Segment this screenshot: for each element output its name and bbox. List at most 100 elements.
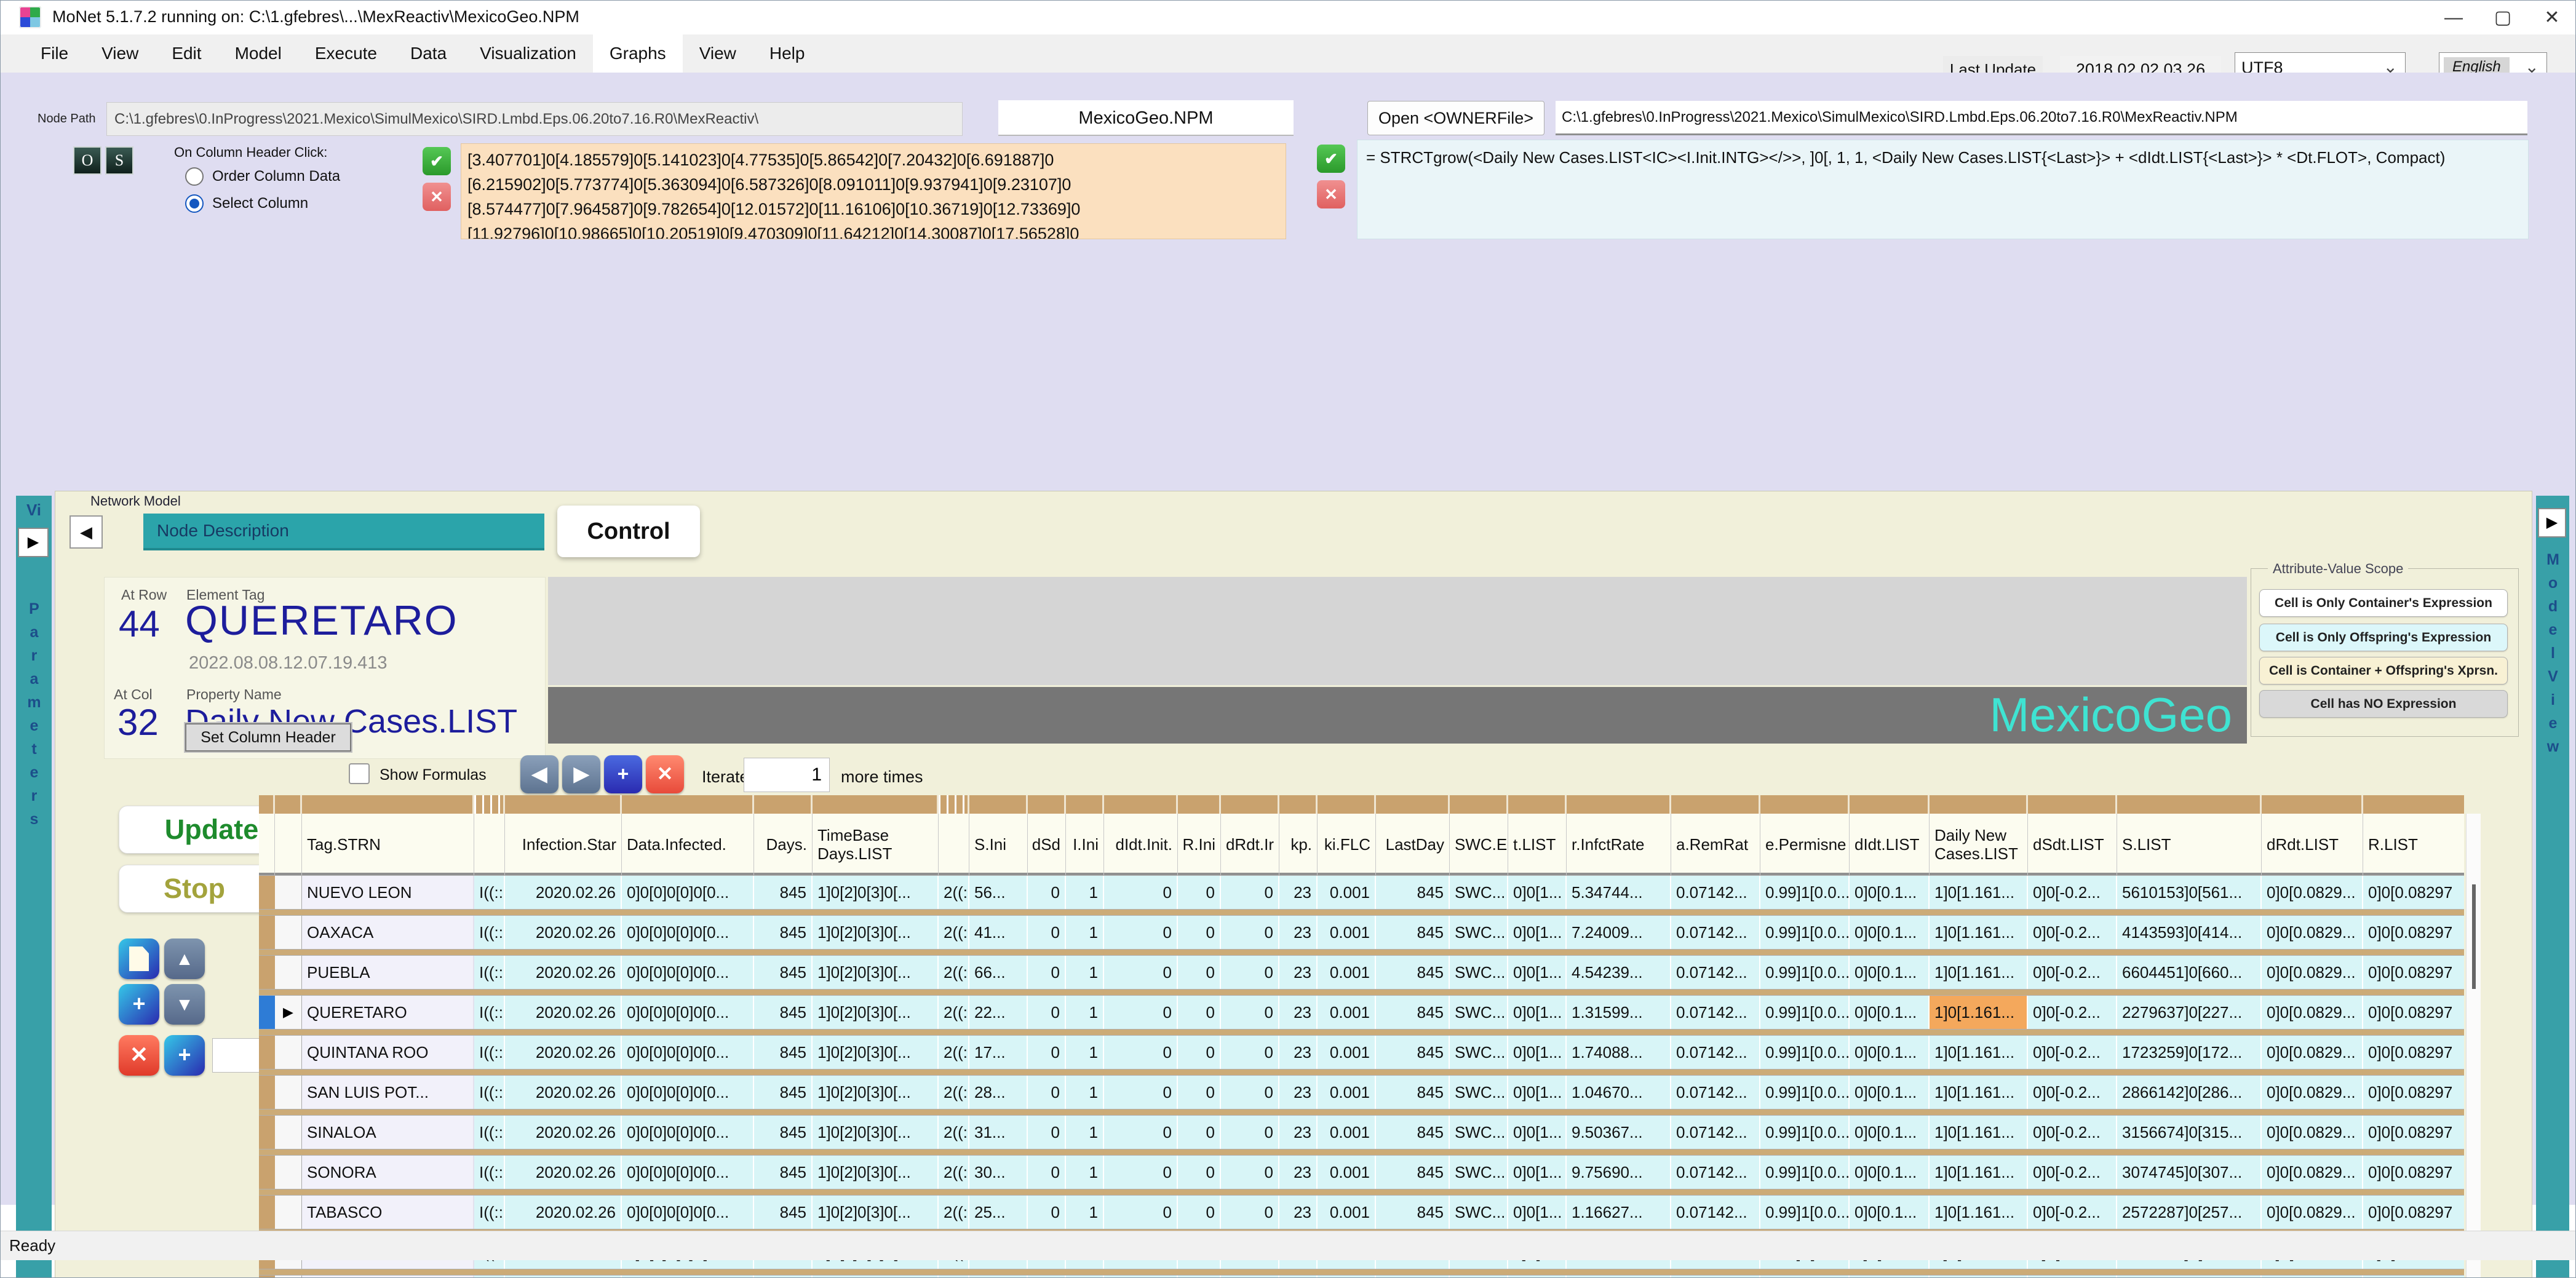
cell-eperm[interactable]: 0.99]1[0.0... (1760, 956, 1850, 989)
cell-drdtlist[interactable]: 0]0[0.0829... (2262, 1036, 2363, 1069)
menu-item-data[interactable]: Data (394, 34, 463, 73)
cell-eperm[interactable]: 0.99]1[0.0... (1760, 996, 1850, 1029)
column-header-aremrat[interactable]: a.RemRat (1671, 814, 1760, 875)
cell-inf[interactable]: 2020.02.26 (505, 1116, 622, 1149)
cell-dsd[interactable]: 0 (1028, 876, 1066, 909)
cell-slist[interactable]: 2279637]0[227... (2117, 996, 2262, 1029)
cell-aremrat[interactable]: 0.07142... (1671, 1156, 1760, 1189)
cell-rini[interactable]: 0 (1178, 1196, 1221, 1229)
cell-nc1[interactable]: I((:: (474, 876, 505, 909)
cell-swc[interactable]: SWC... (1450, 956, 1508, 989)
table-row[interactable]: PUEBLAI((::2020.02.260]0[0]0[0]0[0...845… (259, 955, 2464, 990)
cell-sini[interactable]: 56... (969, 876, 1028, 909)
cell-drdtir[interactable]: 0 (1221, 1036, 1279, 1069)
cell-dsd[interactable]: 0 (1028, 996, 1066, 1029)
cell-days[interactable]: 845 (754, 1156, 813, 1189)
cell-tag[interactable]: SAN LUIS POT... (302, 1076, 474, 1109)
cell-tag[interactable]: OAXACA (302, 916, 474, 949)
cell-tlist[interactable]: 0]0[1... (1508, 1276, 1567, 1278)
cell-rlist[interactable]: 0]0[0.08297 (2363, 956, 2464, 989)
cell-nc2[interactable]: 2((: (939, 1196, 969, 1229)
cell-nc1[interactable]: I((:: (474, 1196, 505, 1229)
cell-aremrat[interactable]: 0.07142... (1671, 996, 1760, 1029)
cell-days[interactable]: 845 (754, 1076, 813, 1109)
cell-timebase[interactable]: 1]0[2]0[3]0[... (813, 1116, 939, 1149)
cancel-formula-icon[interactable]: ✕ (1317, 180, 1345, 208)
cell-rinfct[interactable]: 1.31599... (1567, 996, 1671, 1029)
column-header-rinfct[interactable]: r.InfctRate (1567, 814, 1671, 875)
cell-days[interactable]: 845 (754, 1196, 813, 1229)
cell-didtlist[interactable]: 0]0[0.1... (1850, 1196, 1930, 1229)
cell-slist[interactable]: 1380011]0[138... (2117, 1276, 2262, 1278)
accept-formula-icon[interactable]: ✔ (1317, 145, 1345, 173)
cell-iini[interactable]: 1 (1066, 996, 1104, 1029)
menu-item-graphs[interactable]: Graphs (593, 34, 683, 73)
cell-datainf[interactable]: 0]0[0]0[0]0[0... (622, 1116, 754, 1149)
column-header-dsd[interactable]: dSd (1028, 814, 1066, 875)
cell-didtlist[interactable]: 0]0[0.1... (1850, 996, 1930, 1029)
expand-parameters-icon[interactable]: ▶ (18, 528, 49, 557)
cell-drdtlist[interactable]: 0]0[0.0829... (2262, 1076, 2363, 1109)
menu-item-edit[interactable]: Edit (155, 34, 218, 73)
cell-tlist[interactable]: 0]0[1... (1508, 1116, 1567, 1149)
column-header-rowmark[interactable] (259, 814, 275, 875)
cell-kp[interactable]: 23 (1279, 956, 1318, 989)
cell-sel[interactable] (275, 916, 302, 949)
add-copy-icon[interactable]: + (119, 984, 159, 1025)
cell-eperm[interactable]: 0.99]1[0.0... (1760, 1276, 1850, 1278)
column-header-didtinit[interactable]: dIdt.Init. (1104, 814, 1178, 875)
column-header-didtlist[interactable]: dIdt.LIST (1850, 814, 1930, 875)
cell-lastday[interactable]: 845 (1376, 916, 1450, 949)
cell-lastday[interactable]: 845 (1376, 1076, 1450, 1109)
cell-days[interactable]: 845 (754, 956, 813, 989)
cell-ki[interactable]: 0.001 (1318, 1276, 1376, 1278)
cell-days[interactable]: 845 (754, 916, 813, 949)
cell-rinfct[interactable]: 1.16627... (1567, 1196, 1671, 1229)
add-icon[interactable]: + (164, 1035, 205, 1076)
cell-drdtlist[interactable]: 0]0[0.0829... (2262, 996, 2363, 1029)
cell-didtlist[interactable]: 0]0[0.1... (1850, 1076, 1930, 1109)
column-header-iini[interactable]: I.Ini (1066, 814, 1104, 875)
cell-dailynew[interactable]: 1]0[1.161... (1930, 996, 2028, 1029)
cell-rini[interactable]: 0 (1178, 1276, 1221, 1278)
cell-swc[interactable]: SWC... (1450, 1116, 1508, 1149)
cell-slist[interactable]: 3156674]0[315... (2117, 1116, 2262, 1149)
cell-kp[interactable]: 23 (1279, 1276, 1318, 1278)
cell-timebase[interactable]: 1]0[2]0[3]0[... (813, 1276, 939, 1278)
cell-inf[interactable]: 2020.02.26 (505, 916, 622, 949)
cell-aremrat[interactable]: 0.07142... (1671, 1116, 1760, 1149)
cell-drdtir[interactable]: 0 (1221, 1276, 1279, 1278)
column-header-tag[interactable]: Tag.STRN (302, 814, 474, 875)
cell-tag[interactable]: TLAXCALA (302, 1276, 474, 1278)
cell-dsd[interactable]: 0 (1028, 1156, 1066, 1189)
cell-ki[interactable]: 0.001 (1318, 956, 1376, 989)
cell-timebase[interactable]: 1]0[2]0[3]0[... (813, 1076, 939, 1109)
next-record-icon[interactable]: ▶ (562, 755, 600, 793)
cell-sini[interactable]: 30... (969, 1156, 1028, 1189)
column-header-sini[interactable]: S.Ini (969, 814, 1028, 875)
cell-tlist[interactable]: 0]0[1... (1508, 996, 1567, 1029)
cell-swc[interactable]: SWC... (1450, 1196, 1508, 1229)
column-header-eperm[interactable]: e.Permisne (1760, 814, 1850, 875)
cell-didtinit[interactable]: 0 (1104, 1036, 1178, 1069)
cell-tlist[interactable]: 0]0[1... (1508, 1076, 1567, 1109)
cell-rini[interactable]: 0 (1178, 1116, 1221, 1149)
cell-ki[interactable]: 0.001 (1318, 1076, 1376, 1109)
cell-didtinit[interactable]: 0 (1104, 1116, 1178, 1149)
column-header-slist[interactable]: S.LIST (2117, 814, 2262, 875)
cell-rowmark[interactable] (259, 1276, 275, 1278)
cell-dailynew[interactable]: 1]0[1.161... (1930, 1036, 2028, 1069)
menu-item-model[interactable]: Model (218, 34, 298, 73)
cell-rini[interactable]: 0 (1178, 1156, 1221, 1189)
cell-sini[interactable]: 17... (969, 1036, 1028, 1069)
cell-rlist[interactable]: 0]0[0.08297 (2363, 876, 2464, 909)
cell-nc2[interactable]: 2((: (939, 956, 969, 989)
cell-swc[interactable]: SWC... (1450, 1076, 1508, 1109)
cell-dsd[interactable]: 0 (1028, 1276, 1066, 1278)
tab-node-description[interactable]: Node Description (143, 514, 544, 550)
cell-ki[interactable]: 0.001 (1318, 1196, 1376, 1229)
menu-item-help[interactable]: Help (753, 34, 822, 73)
cell-iini[interactable]: 1 (1066, 1196, 1104, 1229)
cell-didtlist[interactable]: 0]0[0.1... (1850, 1116, 1930, 1149)
cell-aremrat[interactable]: 0.07142... (1671, 1036, 1760, 1069)
